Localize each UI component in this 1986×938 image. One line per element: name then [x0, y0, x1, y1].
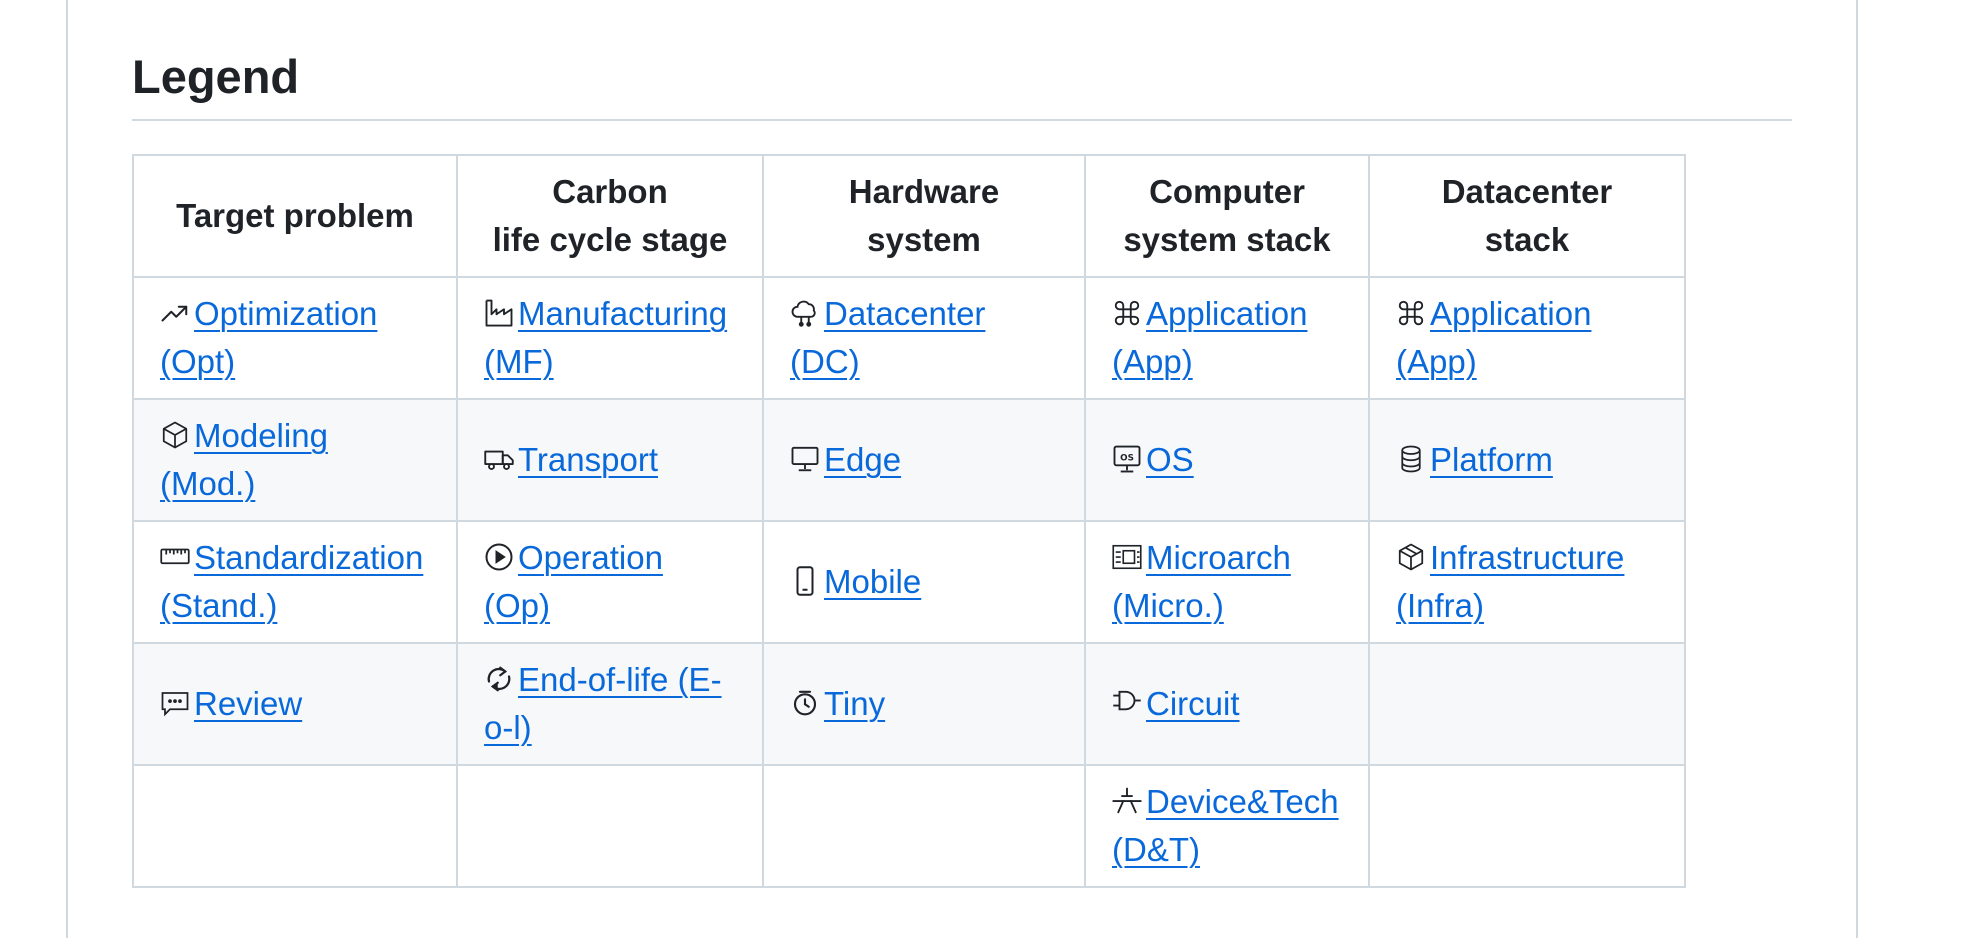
header-label: Computer: [1149, 173, 1305, 210]
play-circle-icon: [484, 542, 514, 572]
table-header-row: Target problem Carbon life cycle stage Ha…: [132, 154, 1686, 278]
link-os[interactable]: OS: [1146, 441, 1194, 478]
table-cell: Transport: [456, 398, 764, 522]
table-cell: Operation (Op): [456, 520, 764, 644]
table-cell: Tiny: [762, 642, 1086, 766]
link-mobile[interactable]: Mobile: [824, 563, 921, 600]
table-cell: Edge: [762, 398, 1086, 522]
database-icon: [1396, 444, 1426, 474]
link-manufacturing[interactable]: Manufacturing (MF): [484, 295, 727, 380]
link-end-of-life[interactable]: End-of-life (E-o-l): [484, 661, 722, 746]
cloud-server-icon: [790, 298, 820, 328]
link-optimization[interactable]: Optimization (Opt): [160, 295, 377, 380]
table-cell: Review: [132, 642, 458, 766]
table-cell: Device&Tech (D&T): [1084, 764, 1370, 888]
header-carbon-stage: Carbon life cycle stage: [456, 154, 764, 278]
content-border-left: [66, 0, 68, 938]
recycle-icon: [484, 664, 514, 694]
link-edge[interactable]: Edge: [824, 441, 901, 478]
comment-icon: [160, 688, 190, 718]
content-border-right: [1856, 0, 1858, 938]
table-cell-empty: [456, 764, 764, 888]
legend-table: Target problem Carbon life cycle stage Ha…: [132, 154, 1686, 888]
factory-icon: [484, 298, 514, 328]
boxes-icon: [1396, 542, 1426, 572]
table-cell: Modeling (Mod.): [132, 398, 458, 522]
header-label: Datacenter stack: [1441, 173, 1613, 258]
cube-icon: [160, 420, 190, 450]
table-cell: End-of-life (E-o-l): [456, 642, 764, 766]
link-platform[interactable]: Platform: [1430, 441, 1553, 478]
header-label: Carbon: [552, 173, 668, 210]
table-cell: Application (App): [1368, 276, 1686, 400]
table-row: Review End-of-life (E-o-l) Tiny Circuit: [132, 642, 1686, 766]
link-review[interactable]: Review: [194, 685, 302, 722]
link-device-tech[interactable]: Device&Tech (D&T): [1112, 783, 1339, 868]
header-label: Hardware system: [848, 173, 1000, 258]
logic-gate-icon: [1112, 688, 1142, 718]
header-target-problem: Target problem: [132, 154, 458, 278]
truck-icon: [484, 444, 514, 474]
table-cell: OS OS: [1084, 398, 1370, 522]
table-cell: Datacenter (DC): [762, 276, 1086, 400]
header-label: life cycle stage: [492, 221, 728, 258]
section-heading: Legend: [132, 50, 300, 103]
table-row: Optimization (Opt) Manufacturing (MF) Da…: [132, 276, 1686, 400]
link-infrastructure[interactable]: Infrastructure (Infra): [1396, 539, 1624, 624]
table-row: Modeling (Mod.) Transport Edge OS OS Plat…: [132, 398, 1686, 522]
command-icon: [1112, 298, 1142, 328]
os-monitor-icon: OS: [1112, 444, 1142, 474]
link-standardization[interactable]: Standardization (Stand.): [160, 539, 423, 624]
monitor-icon: [790, 444, 820, 474]
header-label: system stack: [1123, 221, 1331, 258]
header-datacenter-stack: Datacenter stack: [1368, 154, 1686, 278]
header-label: Target problem: [176, 197, 414, 234]
table-row: Standardization (Stand.) Operation (Op) …: [132, 520, 1686, 644]
table-cell: Manufacturing (MF): [456, 276, 764, 400]
ruler-icon: [160, 542, 190, 572]
table-cell: Infrastructure (Infra): [1368, 520, 1686, 644]
table-cell-empty: [762, 764, 1086, 888]
table-cell-empty: [1368, 764, 1686, 888]
table-row: Device&Tech (D&T): [132, 764, 1686, 888]
table-cell: Mobile: [762, 520, 1086, 644]
table-cell: Standardization (Stand.): [132, 520, 458, 644]
table-cell: Platform: [1368, 398, 1686, 522]
table-cell: Microarch (Micro.): [1084, 520, 1370, 644]
phone-icon: [790, 566, 820, 596]
svg-text:OS: OS: [1120, 453, 1134, 463]
heading-divider: [132, 119, 1792, 121]
table-cell-empty: [132, 764, 458, 888]
trending-up-icon: [160, 298, 190, 328]
table-cell: Optimization (Opt): [132, 276, 458, 400]
header-computer-stack: Computer system stack: [1084, 154, 1370, 278]
table-cell: Application (App): [1084, 276, 1370, 400]
command-icon: [1396, 298, 1426, 328]
watch-icon: [790, 688, 820, 718]
header-hardware-system: Hardware system: [762, 154, 1086, 278]
table-cell-empty: [1368, 642, 1686, 766]
chip-icon: [1112, 542, 1142, 572]
table-cell: Circuit: [1084, 642, 1370, 766]
link-circuit[interactable]: Circuit: [1146, 685, 1240, 722]
link-tiny[interactable]: Tiny: [824, 685, 885, 722]
link-transport[interactable]: Transport: [518, 441, 658, 478]
transistor-icon: [1112, 786, 1142, 816]
